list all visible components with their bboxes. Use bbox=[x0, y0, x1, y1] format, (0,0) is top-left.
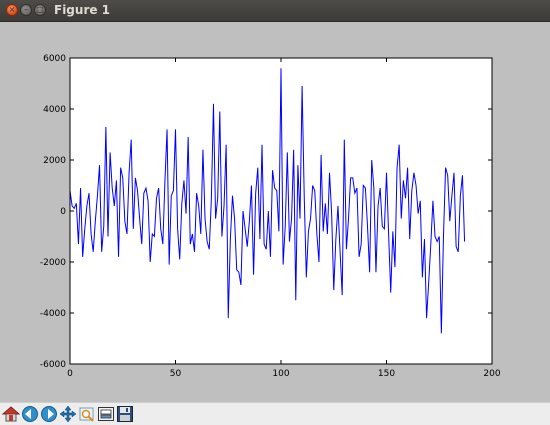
y-tick-label: 2000 bbox=[43, 156, 66, 166]
pan-button[interactable] bbox=[59, 405, 77, 423]
back-icon bbox=[22, 406, 38, 422]
figure-window: × – □ Figure 1 0 50 100 150 200 -6000 -4000 -20… bbox=[0, 0, 550, 425]
zoom-button[interactable] bbox=[78, 405, 96, 423]
y-tick-label: -4000 bbox=[40, 309, 66, 319]
save-button[interactable] bbox=[116, 405, 134, 423]
minimize-button[interactable]: – bbox=[20, 4, 32, 16]
home-button[interactable] bbox=[2, 405, 20, 423]
x-tick-label: 0 bbox=[67, 369, 73, 379]
x-tick-label: 50 bbox=[170, 369, 182, 379]
navigation-toolbar bbox=[0, 402, 550, 425]
x-tick-label: 100 bbox=[272, 369, 289, 379]
y-tick-label: -6000 bbox=[40, 360, 66, 370]
pan-icon bbox=[59, 405, 77, 423]
configure-subplots-icon bbox=[98, 407, 114, 421]
configure-subplots-button[interactable] bbox=[97, 405, 115, 423]
close-button[interactable]: × bbox=[6, 4, 18, 16]
zoom-icon bbox=[79, 407, 94, 422]
x-tick-label: 200 bbox=[483, 369, 500, 379]
maximize-icon: □ bbox=[36, 5, 44, 14]
line-chart: 0 50 100 150 200 -6000 -4000 -2000 0 2000 4000 6000 bbox=[40, 54, 501, 379]
forward-icon bbox=[41, 406, 57, 422]
y-tick-label: 4000 bbox=[43, 105, 66, 115]
forward-button[interactable] bbox=[40, 405, 58, 423]
y-tick-label: -2000 bbox=[40, 258, 66, 268]
back-button[interactable] bbox=[21, 405, 39, 423]
close-icon: × bbox=[8, 5, 16, 14]
figure-canvas[interactable]: 0 50 100 150 200 -6000 -4000 -2000 0 2000 4000 6000 bbox=[0, 22, 550, 402]
x-tick-label: 150 bbox=[378, 369, 395, 379]
maximize-button[interactable]: □ bbox=[34, 4, 46, 16]
home-icon bbox=[2, 406, 20, 422]
save-icon bbox=[117, 406, 133, 422]
minimize-icon: – bbox=[24, 5, 28, 14]
y-tick-label: 6000 bbox=[43, 54, 66, 64]
y-tick-label: 0 bbox=[60, 207, 66, 217]
window-title: Figure 1 bbox=[54, 3, 111, 17]
title-bar: × – □ Figure 1 bbox=[0, 0, 550, 22]
